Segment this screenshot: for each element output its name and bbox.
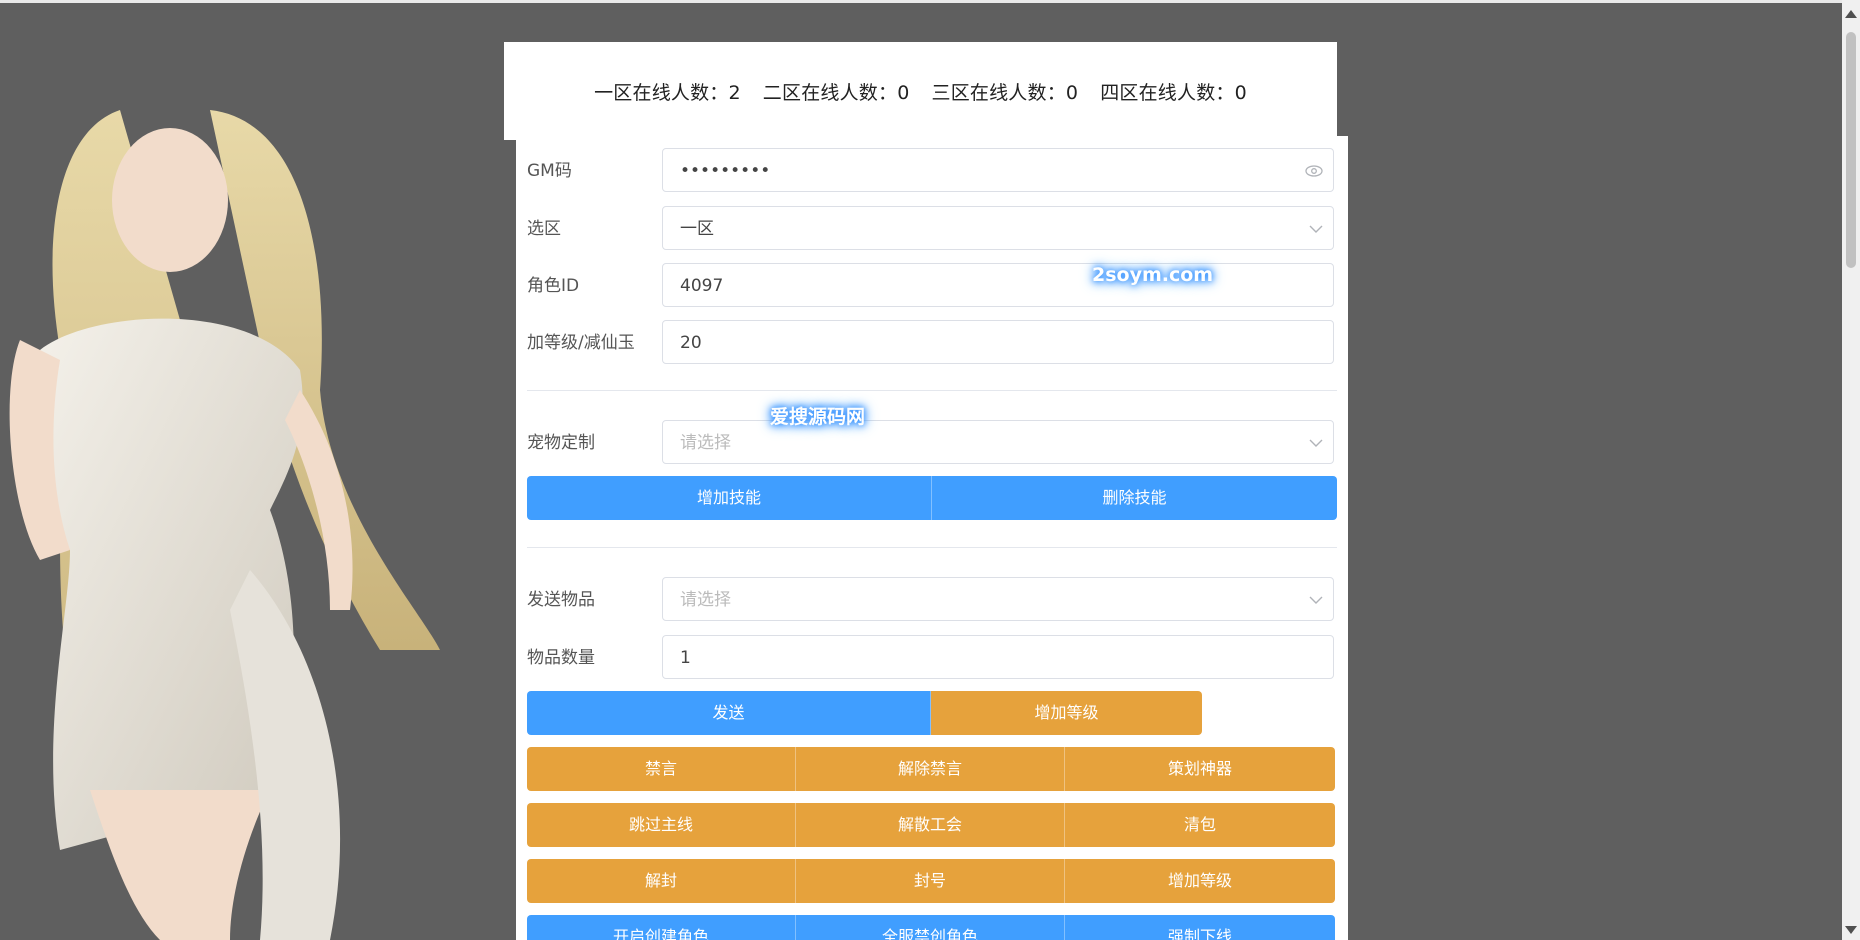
- item-select[interactable]: 请选择: [662, 577, 1334, 621]
- item-placeholder: 请选择: [680, 590, 731, 610]
- unban-button[interactable]: 解封: [527, 859, 796, 903]
- level-value: 20: [680, 333, 702, 353]
- scrollbar-thumb[interactable]: [1846, 32, 1856, 268]
- chevron-down-icon: [1309, 207, 1323, 251]
- chevron-down-icon: [1309, 421, 1323, 465]
- quantity-input[interactable]: 1: [662, 635, 1334, 679]
- add-level-button-2[interactable]: 增加等级: [1065, 859, 1335, 903]
- role-id-row: 角色ID 4097: [527, 263, 1337, 309]
- vertical-scrollbar[interactable]: [1842, 0, 1860, 940]
- disband-guild-button[interactable]: 解散工会: [796, 803, 1065, 847]
- domain-watermark: 2soym.com: [1092, 264, 1214, 286]
- send-button[interactable]: 发送: [527, 691, 931, 735]
- enable-create-role-button[interactable]: 开启创建角色: [527, 915, 796, 940]
- planner-artifact-button[interactable]: 策划神器: [1065, 747, 1335, 791]
- zone-select-row: 选区 一区: [527, 206, 1337, 252]
- online-stats: 一区在线人数：2 二区在线人数：0 三区在线人数：0 四区在线人数：0: [594, 78, 1247, 105]
- window-top-edge: [0, 0, 1860, 3]
- item-row: 发送物品 请选择: [527, 577, 1337, 623]
- action-row-3: 解封 封号 增加等级: [527, 859, 1335, 903]
- role-id-value: 4097: [680, 276, 724, 296]
- zone-4-online: 四区在线人数：0: [1100, 81, 1247, 104]
- force-offline-button[interactable]: 强制下线: [1065, 915, 1335, 940]
- unmute-button[interactable]: 解除禁言: [796, 747, 1065, 791]
- action-row-2: 跳过主线 解散工会 清包: [527, 803, 1335, 847]
- zone-select[interactable]: 一区: [662, 206, 1334, 250]
- item-label: 发送物品: [527, 590, 595, 610]
- action-row-1: 禁言 解除禁言 策划神器: [527, 747, 1335, 791]
- chevron-down-icon: [1309, 578, 1323, 622]
- add-level-button[interactable]: 增加等级: [931, 691, 1202, 735]
- divider: [527, 547, 1337, 548]
- level-row: 加等级/减仙玉 20: [527, 320, 1337, 366]
- pet-select[interactable]: 请选择: [662, 420, 1334, 464]
- quantity-label: 物品数量: [527, 648, 595, 668]
- role-id-label: 角色ID: [527, 276, 580, 296]
- scroll-up-arrow-icon[interactable]: [1845, 10, 1857, 18]
- zone-3-online: 三区在线人数：0: [931, 81, 1079, 104]
- gm-code-input[interactable]: •••••••••: [662, 148, 1334, 192]
- gm-code-label: GM码: [527, 161, 572, 181]
- character-illustration: [9, 110, 440, 940]
- zone-select-label: 选区: [527, 219, 561, 239]
- zone-select-value: 一区: [680, 219, 714, 239]
- site-watermark: 爱搜源码网: [770, 406, 866, 428]
- add-skill-button[interactable]: 增加技能: [527, 476, 932, 520]
- mute-button[interactable]: 禁言: [527, 747, 796, 791]
- pet-label: 宠物定制: [527, 433, 595, 453]
- pet-row: 宠物定制 请选择: [527, 420, 1337, 466]
- gm-form-panel: GM码 ••••••••• 选区 一区 角色ID 4097 加等级/减仙玉 20…: [516, 136, 1348, 940]
- skip-main-quest-button[interactable]: 跳过主线: [527, 803, 796, 847]
- scroll-down-arrow-icon[interactable]: [1845, 926, 1857, 934]
- ban-account-button[interactable]: 封号: [796, 859, 1065, 903]
- divider: [527, 390, 1337, 391]
- skill-button-group: 增加技能 删除技能: [527, 476, 1337, 520]
- level-input[interactable]: 20: [662, 320, 1334, 364]
- eye-icon[interactable]: [1305, 149, 1323, 193]
- zone-1-online: 一区在线人数：2: [594, 81, 741, 104]
- level-label: 加等级/减仙玉: [527, 333, 635, 353]
- clear-bag-button[interactable]: 清包: [1065, 803, 1335, 847]
- server-ban-create-role-button[interactable]: 全服禁创角色: [796, 915, 1065, 940]
- online-stats-panel: 一区在线人数：2 二区在线人数：0 三区在线人数：0 四区在线人数：0: [504, 42, 1337, 140]
- send-button-group: 发送 增加等级: [527, 691, 1202, 735]
- gm-code-value: •••••••••: [680, 161, 771, 181]
- role-id-input[interactable]: 4097: [662, 263, 1334, 307]
- action-row-4: 开启创建角色 全服禁创角色 强制下线: [527, 915, 1335, 940]
- gm-code-row: GM码 •••••••••: [527, 148, 1337, 194]
- zone-2-online: 二区在线人数：0: [762, 81, 910, 104]
- quantity-value: 1: [680, 648, 691, 668]
- pet-placeholder: 请选择: [680, 433, 731, 453]
- quantity-row: 物品数量 1: [527, 635, 1337, 681]
- remove-skill-button[interactable]: 删除技能: [932, 476, 1337, 520]
